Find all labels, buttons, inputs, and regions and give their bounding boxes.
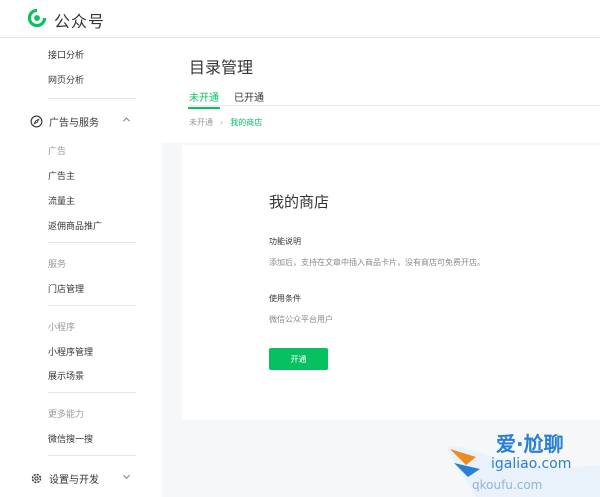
sidebar-group-settings-development[interactable]: 设置与开发	[30, 471, 131, 486]
sidebar-item-advertiser[interactable]: 广告主	[48, 169, 75, 182]
usage-condition-label: 使用条件	[269, 294, 301, 303]
sidebar-category-mini-program: 小程序	[48, 323, 76, 333]
breadcrumb: 未开通 › 我的商店	[189, 117, 262, 128]
sidebar-category-service: 服务	[48, 260, 67, 270]
sidebar-divider	[48, 455, 136, 456]
sidebar: 接口分析 网页分析 广告与服务 广告 广告主 流量主 返佣商品推广 服务 门店管…	[0, 38, 162, 497]
watermark-url-secondary: qkoufu.com	[472, 478, 543, 492]
sidebar-divider	[48, 305, 136, 306]
sidebar-item-wechat-search[interactable]: 微信搜一搜	[48, 432, 93, 445]
chevron-down-icon[interactable]	[122, 472, 131, 481]
tab-not-activated[interactable]: 未开通	[188, 89, 220, 109]
sidebar-divider	[48, 98, 136, 99]
watermark-url: igaliao.com	[491, 456, 572, 472]
sidebar-category-ads: 广告	[48, 147, 67, 157]
sidebar-item-display-scenes[interactable]: 展示场景	[48, 369, 84, 382]
gear-icon	[31, 473, 42, 484]
tab-underline-divider	[189, 105, 600, 106]
feature-description-label: 功能说明	[269, 237, 301, 246]
sidebar-item-publisher[interactable]: 流量主	[48, 194, 75, 207]
sidebar-divider	[48, 242, 136, 243]
sidebar-group-label: 设置与开发	[49, 475, 99, 486]
brand-name[interactable]: 公众号	[54, 8, 105, 32]
breadcrumb-item-not-activated[interactable]: 未开通	[189, 117, 213, 128]
wechat-official-account-logo-icon[interactable]	[26, 7, 48, 29]
sidebar-category-more: 更多能力	[48, 410, 85, 420]
usage-condition-text: 微信公众平台用户	[269, 315, 333, 324]
tab-activated[interactable]: 已开通	[234, 89, 264, 104]
breadcrumb-item-current: 我的商店	[230, 118, 263, 127]
sidebar-item-web-analysis[interactable]: 网页分析	[48, 73, 84, 86]
top-bar: 公众号	[0, 0, 600, 38]
sidebar-group-label: 广告与服务	[49, 118, 99, 129]
chevron-up-icon[interactable]	[122, 115, 131, 124]
sidebar-group-ads-services[interactable]: 广告与服务	[30, 114, 131, 129]
watermark-text: 爱·尬聊	[496, 432, 564, 456]
page-header: 目录管理 未开通 已开通 未开通 › 我的商店	[162, 38, 600, 143]
sidebar-item-mini-program-management[interactable]: 小程序管理	[48, 345, 93, 358]
sidebar-divider	[48, 392, 136, 393]
compass-icon	[30, 115, 43, 128]
activate-button[interactable]: 开通	[269, 348, 328, 370]
sidebar-item-api-analysis[interactable]: 接口分析	[48, 48, 84, 61]
feature-description-text: 添加后，支持在文章中插入商品卡片，没有商店可免费开店。	[269, 258, 485, 267]
breadcrumb-separator-icon: ›	[220, 118, 224, 127]
store-card: 我的商店 功能说明 添加后，支持在文章中插入商品卡片，没有商店可免费开店。 使用…	[182, 145, 600, 420]
sidebar-item-commission-promotion[interactable]: 返佣商品推广	[48, 219, 102, 232]
page-title: 目录管理	[189, 58, 254, 77]
sidebar-item-store-management[interactable]: 门店管理	[48, 282, 84, 295]
card-title: 我的商店	[269, 193, 330, 211]
